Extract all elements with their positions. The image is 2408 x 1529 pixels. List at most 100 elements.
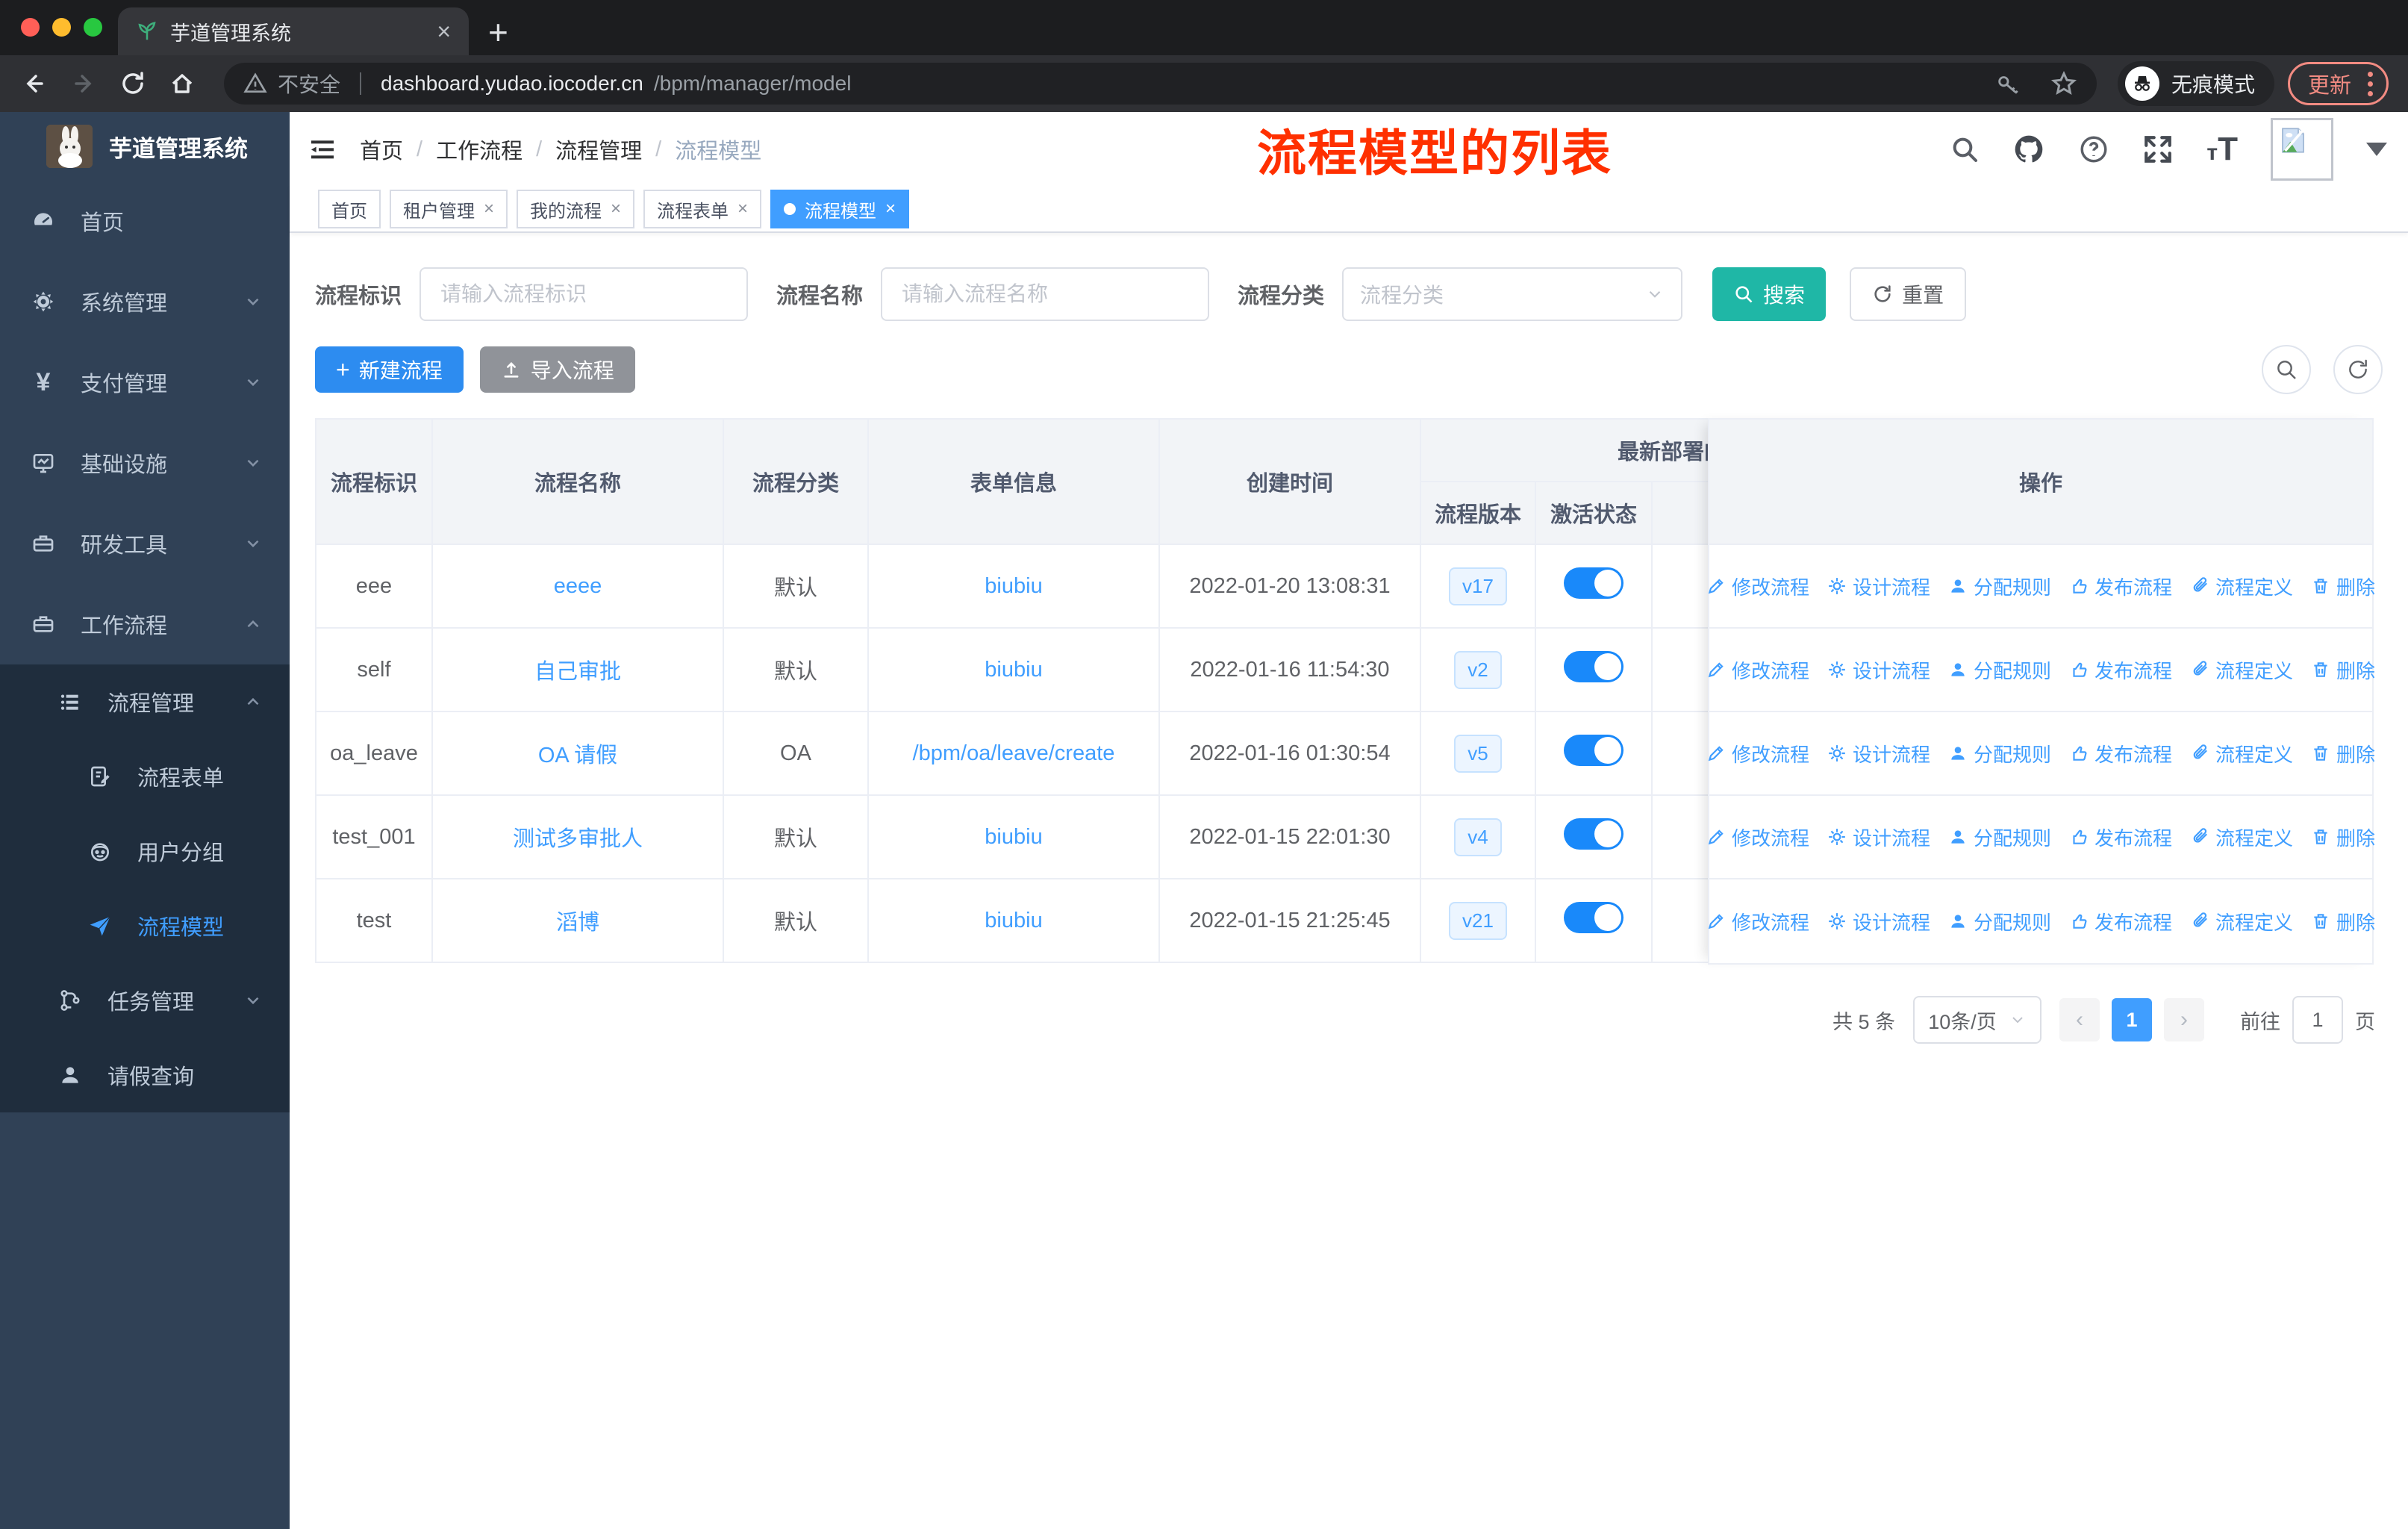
process-name-link[interactable]: 测试多审批人 <box>513 827 643 851</box>
tag-close-icon[interactable]: × <box>885 199 896 219</box>
action-assign-link[interactable]: 分配规则 <box>1948 656 2051 684</box>
sidebar-item-user-group[interactable]: 用户分组 <box>0 814 290 888</box>
avatar[interactable] <box>2271 118 2333 181</box>
action-definition-link[interactable]: 流程定义 <box>2190 908 2293 935</box>
action-definition-link[interactable]: 流程定义 <box>2190 740 2293 767</box>
help-icon[interactable] <box>2078 134 2109 165</box>
action-delete-link[interactable]: 删除 <box>2311 740 2375 767</box>
password-key-icon[interactable] <box>1995 71 2021 96</box>
action-assign-link[interactable]: 分配规则 <box>1948 908 2051 935</box>
zoom-window-button[interactable] <box>84 18 102 37</box>
forward-icon[interactable] <box>69 69 99 99</box>
sidebar-item-process-mgmt[interactable]: 流程管理 <box>0 664 290 739</box>
sidebar-item-system[interactable]: 系统管理 <box>0 261 290 342</box>
window-controls[interactable] <box>21 18 102 37</box>
action-design-link[interactable]: 设计流程 <box>1827 823 1930 851</box>
avatar-caret-icon[interactable] <box>2366 143 2387 156</box>
tag-home[interactable]: 首页 <box>318 190 381 228</box>
tag-tenant[interactable]: 租户管理 × <box>390 190 508 228</box>
sidebar-item-home[interactable]: 首页 <box>0 181 290 261</box>
sidebar-item-devtools[interactable]: 研发工具 <box>0 503 290 584</box>
version-badge[interactable]: v2 <box>1454 650 1502 689</box>
sidebar-item-process-model[interactable]: 流程模型 <box>0 888 290 963</box>
action-delete-link[interactable]: 删除 <box>2311 908 2375 935</box>
action-edit-link[interactable]: 修改流程 <box>1706 908 1809 935</box>
font-size-icon[interactable]: тT <box>2206 131 2238 168</box>
tag-close-icon[interactable]: × <box>484 199 494 219</box>
action-assign-link[interactable]: 分配规则 <box>1948 740 2051 767</box>
tag-process-form[interactable]: 流程表单 × <box>643 190 762 228</box>
action-publish-link[interactable]: 发布流程 <box>2069 908 2172 935</box>
current-page-button[interactable]: 1 <box>2112 998 2152 1041</box>
action-design-link[interactable]: 设计流程 <box>1827 573 1930 600</box>
address-bar[interactable]: 不安全 dashboard.yudao.iocoder.cn/bpm/manag… <box>224 63 2097 105</box>
filter-category-select[interactable]: 流程分类 <box>1342 267 1683 321</box>
home-icon[interactable] <box>167 69 197 99</box>
action-assign-link[interactable]: 分配规则 <box>1948 823 2051 851</box>
browser-menu-icon[interactable] <box>2368 71 2373 96</box>
form-info-link[interactable]: biubiu <box>985 658 1042 682</box>
version-badge[interactable]: v17 <box>1449 567 1507 605</box>
github-icon[interactable] <box>2012 133 2045 166</box>
action-publish-link[interactable]: 发布流程 <box>2069 656 2172 684</box>
action-design-link[interactable]: 设计流程 <box>1827 740 1930 767</box>
tag-close-icon[interactable]: × <box>737 199 748 219</box>
sidebar-item-payment[interactable]: ¥ 支付管理 <box>0 342 290 423</box>
tag-close-icon[interactable]: × <box>611 199 621 219</box>
breadcrumb-workflow[interactable]: 工作流程 <box>436 134 523 165</box>
filter-name-input[interactable] <box>881 267 1210 321</box>
close-window-button[interactable] <box>21 18 40 37</box>
bookmark-star-icon[interactable] <box>2050 70 2077 97</box>
form-info-link[interactable]: /bpm/oa/leave/create <box>913 741 1115 765</box>
action-edit-link[interactable]: 修改流程 <box>1706 740 1809 767</box>
tag-process-model[interactable]: 流程模型 × <box>770 190 910 228</box>
version-badge[interactable]: v5 <box>1454 734 1502 773</box>
form-info-link[interactable]: biubiu <box>985 825 1042 849</box>
sidebar-item-process-form[interactable]: 流程表单 <box>0 739 290 814</box>
action-publish-link[interactable]: 发布流程 <box>2069 740 2172 767</box>
collapse-sidebar-icon[interactable] <box>308 134 337 164</box>
sidebar-item-leave-query[interactable]: 请假查询 <box>0 1038 290 1112</box>
back-icon[interactable] <box>19 69 49 99</box>
prev-page-button[interactable]: ‹ <box>2059 998 2100 1041</box>
create-process-button[interactable]: + 新建流程 <box>315 346 464 393</box>
tag-my-process[interactable]: 我的流程 × <box>517 190 635 228</box>
sidebar-item-task-mgmt[interactable]: 任务管理 <box>0 963 290 1038</box>
action-assign-link[interactable]: 分配规则 <box>1948 573 2051 600</box>
filter-id-input[interactable] <box>419 267 749 321</box>
show-search-button[interactable] <box>2262 345 2311 394</box>
search-button[interactable]: 搜索 <box>1712 267 1827 321</box>
process-name-link[interactable]: 自己审批 <box>534 660 621 684</box>
action-publish-link[interactable]: 发布流程 <box>2069 823 2172 851</box>
action-delete-link[interactable]: 删除 <box>2311 573 2375 600</box>
fullscreen-icon[interactable] <box>2142 134 2174 165</box>
action-delete-link[interactable]: 删除 <box>2311 823 2375 851</box>
action-edit-link[interactable]: 修改流程 <box>1706 573 1809 600</box>
import-process-button[interactable]: 导入流程 <box>479 346 635 393</box>
active-toggle[interactable] <box>1564 651 1623 682</box>
goto-page-input[interactable] <box>2292 996 2343 1044</box>
breadcrumb-home[interactable]: 首页 <box>360 134 403 165</box>
sidebar-item-workflow[interactable]: 工作流程 <box>0 584 290 664</box>
action-definition-link[interactable]: 流程定义 <box>2190 656 2293 684</box>
breadcrumb-process-mgmt[interactable]: 流程管理 <box>555 134 642 165</box>
search-icon[interactable] <box>1950 134 1980 164</box>
minimize-window-button[interactable] <box>52 18 71 37</box>
tab-close-icon[interactable]: × <box>437 19 451 43</box>
active-toggle[interactable] <box>1564 902 1623 933</box>
form-info-link[interactable]: biubiu <box>985 909 1042 932</box>
browser-tab[interactable]: 芋道管理系统 × <box>118 7 469 55</box>
action-design-link[interactable]: 设计流程 <box>1827 908 1930 935</box>
next-page-button[interactable]: › <box>2164 998 2204 1041</box>
action-publish-link[interactable]: 发布流程 <box>2069 573 2172 600</box>
process-name-link[interactable]: OA 请假 <box>538 744 617 767</box>
action-definition-link[interactable]: 流程定义 <box>2190 573 2293 600</box>
action-definition-link[interactable]: 流程定义 <box>2190 823 2293 851</box>
action-edit-link[interactable]: 修改流程 <box>1706 656 1809 684</box>
page-size-select[interactable]: 10条/页 <box>1913 996 2042 1044</box>
active-toggle[interactable] <box>1564 735 1623 766</box>
version-badge[interactable]: v21 <box>1449 901 1507 940</box>
action-design-link[interactable]: 设计流程 <box>1827 656 1930 684</box>
form-info-link[interactable]: biubiu <box>985 574 1042 598</box>
refresh-table-button[interactable] <box>2333 345 2383 394</box>
